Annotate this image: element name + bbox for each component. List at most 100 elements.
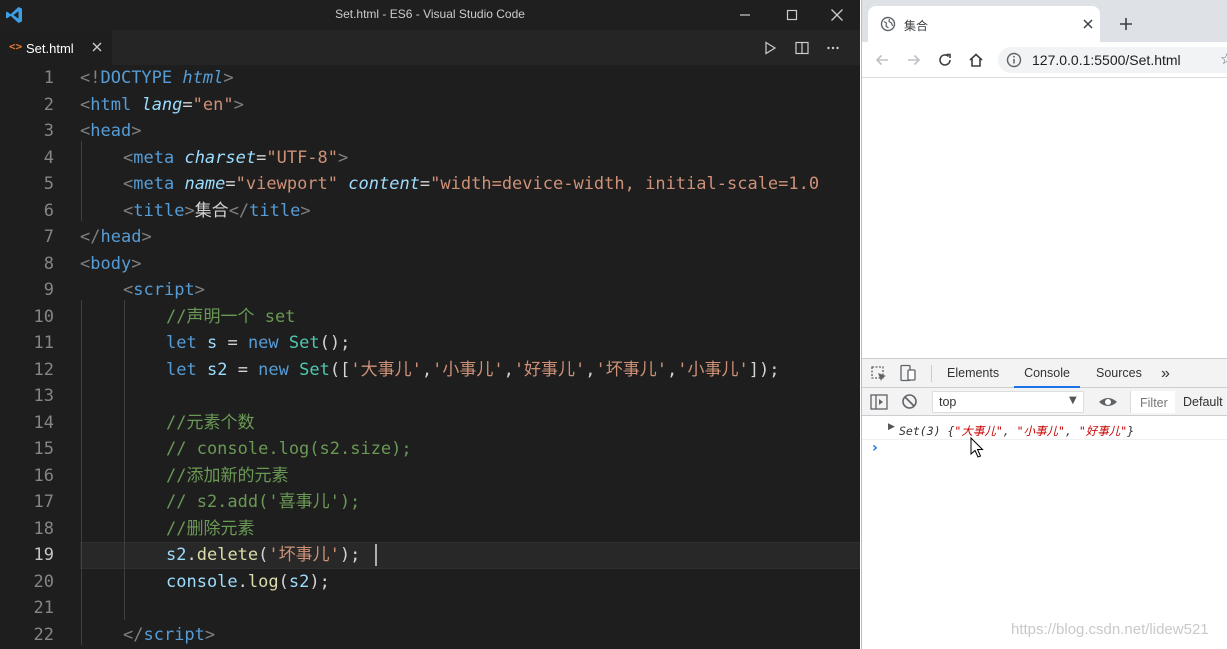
code-line-19: s2.delete('坏事儿');: [166, 542, 360, 569]
code-token: =: [419, 174, 431, 194]
code-token: );: [339, 545, 361, 565]
maximize-button[interactable]: [769, 0, 815, 30]
browser-tab-close-button[interactable]: [1080, 16, 1096, 32]
execution-context-select[interactable]: top ▼: [932, 391, 1084, 413]
tab-elements[interactable]: Elements: [947, 359, 999, 388]
log-punct: }: [1127, 424, 1135, 438]
code-token: ,: [503, 359, 514, 380]
code-token: 集合: [194, 200, 229, 221]
code-line-17: // s2.add('喜事儿');: [166, 489, 360, 516]
watermark-url: https://blog.csdn.net/lidew521: [1011, 621, 1209, 638]
devtools-tab-bar: Elements Console Sources »: [862, 359, 1227, 388]
back-button[interactable]: [872, 50, 892, 70]
plus-icon: [1120, 18, 1132, 30]
code-token: script: [133, 280, 195, 300]
code-token: <: [80, 94, 91, 115]
devtools-panel: Elements Console Sources » top ▼ Filter …: [862, 358, 1227, 649]
code-token: >: [184, 200, 195, 221]
console-prompt-chevron-icon[interactable]: ›: [872, 440, 878, 456]
line-number: 6: [43, 200, 54, 221]
code-line-18: //删除元素: [166, 516, 254, 543]
code-line-3: <head>: [80, 118, 141, 145]
code-token: meta: [133, 147, 175, 168]
code-line-11: let s = new Set();: [166, 330, 350, 357]
code-token: //元素个数: [166, 412, 255, 433]
code-editor[interactable]: 1 2 3 4 5 6 7 8 9 10 11 12 13 14 15 16 17 18 19 20 21 22 <!DO…: [0, 65, 860, 649]
editor-tab-set-html[interactable]: <> Set.html: [0, 30, 112, 65]
inspect-element-icon[interactable]: [870, 365, 888, 383]
code-token: body: [90, 253, 132, 274]
bookmark-star-icon[interactable]: ☆: [1220, 50, 1227, 68]
close-window-button[interactable]: [814, 0, 860, 30]
code-token: <: [123, 280, 134, 300]
code-area[interactable]: <!DOCTYPE html> <html lang="en"> <head> …: [80, 65, 860, 649]
page-viewport: [862, 78, 1227, 358]
line-number: 21: [33, 598, 54, 618]
url-text: 127.0.0.1:5500/Set.html: [1032, 52, 1181, 68]
run-button[interactable]: [760, 38, 780, 58]
code-token: script: [143, 624, 205, 645]
new-tab-button[interactable]: [1116, 14, 1136, 34]
split-editor-button[interactable]: [792, 38, 812, 58]
log-punct: ,: [1002, 424, 1017, 438]
browser-tab[interactable]: 集合: [868, 6, 1100, 42]
code-token: (: [278, 571, 289, 592]
code-token: '小事儿': [677, 359, 749, 380]
close-icon: [92, 42, 102, 52]
code-token: s2: [288, 571, 310, 592]
line-number: 4: [43, 147, 54, 168]
arrow-right-icon: [908, 54, 921, 66]
tab-close-button[interactable]: [88, 38, 106, 56]
browser-tab-title: 集合: [904, 19, 929, 33]
line-number: 2: [43, 94, 54, 115]
more-tabs-chevron-icon[interactable]: »: [1161, 358, 1170, 387]
code-token: =: [225, 174, 236, 194]
code-token: '小事儿': [432, 359, 504, 380]
device-toolbar-icon[interactable]: [899, 364, 917, 382]
code-token: s2: [206, 359, 228, 380]
clear-console-icon[interactable]: [901, 393, 918, 410]
code-token: <: [80, 121, 91, 141]
line-number: 11: [33, 333, 54, 353]
line-number: 9: [43, 280, 54, 300]
indent-guide: [81, 141, 82, 221]
more-actions-button[interactable]: [823, 38, 843, 58]
code-line-5: <meta name="viewport" content="width=dev…: [123, 171, 819, 198]
forward-button[interactable]: [904, 50, 924, 70]
code-token: let: [166, 359, 197, 380]
editor-tab-bar: <> Set.html: [0, 30, 860, 65]
code-token: ,: [585, 359, 596, 380]
close-icon: [1083, 19, 1093, 29]
expand-triangle-icon[interactable]: ▶: [888, 422, 895, 432]
home-button[interactable]: [966, 50, 986, 70]
tab-console[interactable]: Console: [1014, 359, 1080, 388]
code-line-9: <script>: [123, 277, 205, 304]
line-number: 17: [33, 492, 54, 512]
code-token: >: [141, 227, 152, 247]
code-token: html: [90, 94, 132, 115]
console-filter-input[interactable]: Filter: [1130, 391, 1175, 413]
console-log-text: Set(3) {"大事儿", "小事儿", "好事儿"}: [899, 423, 1134, 439]
code-token: //声明一个 set: [166, 306, 296, 327]
code-token: head: [90, 121, 132, 141]
info-icon[interactable]: [1006, 52, 1022, 68]
maximize-icon: [786, 9, 798, 21]
code-token: =: [182, 94, 193, 115]
tab-sources[interactable]: Sources: [1096, 359, 1142, 388]
address-bar[interactable]: 127.0.0.1:5500/Set.html ☆: [998, 47, 1227, 73]
code-token: >: [300, 200, 311, 221]
live-expression-eye-icon[interactable]: [1098, 393, 1118, 411]
log-levels-dropdown[interactable]: Default: [1183, 395, 1223, 409]
console-sidebar-icon[interactable]: [870, 394, 888, 410]
code-token: //添加新的元素: [166, 465, 289, 486]
toolbar-divider: [931, 365, 932, 382]
console-log-entry[interactable]: ▶ Set(3) {"大事儿", "小事儿", "好事儿"}: [862, 420, 1227, 440]
code-token: Set: [299, 359, 330, 380]
minimize-button[interactable]: [722, 0, 768, 30]
reload-button[interactable]: [935, 50, 955, 70]
execution-context-value: top: [939, 395, 957, 409]
code-token: "viewport": [235, 174, 339, 194]
